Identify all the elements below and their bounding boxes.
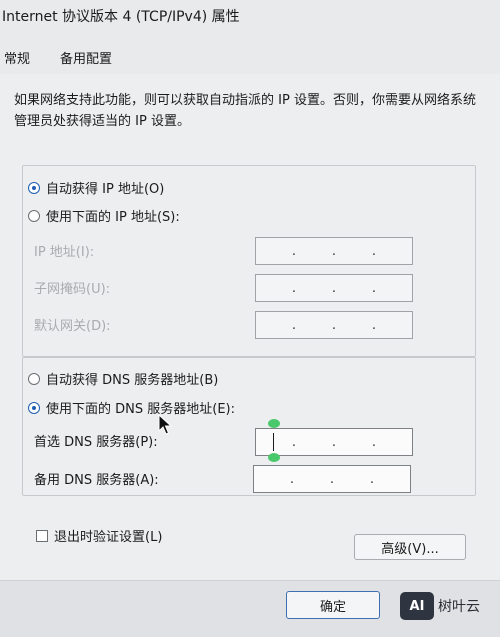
intro-text: 如果网络支持此功能，则可以获取自动指派的 IP 设置。否则，你需要从网络系统管理… — [14, 93, 476, 129]
ip-address-dot: . — [371, 243, 377, 259]
validate-on-exit-checkbox[interactable] — [36, 529, 48, 542]
selection-handle-bottom[interactable] — [268, 453, 280, 462]
ip-address-label: IP 地址(I): — [34, 245, 95, 260]
default-gateway-label: 默认网关(D): — [34, 319, 111, 334]
default-gateway-dot: . — [291, 317, 297, 333]
tab-alternate-config[interactable]: 备用配置 — [60, 48, 112, 67]
watermark-logo: AI — [400, 592, 434, 620]
alternate-dns-dot: . — [329, 471, 335, 487]
general-panel: 如果网络支持此功能，则可以获取自动指派的 IP 设置。否则，你需要从网络系统管理… — [0, 74, 500, 580]
default-gateway-dot: . — [371, 317, 377, 333]
mouse-cursor-icon — [158, 414, 173, 435]
ip-manual-label: 使用下面的 IP 地址(S): — [46, 210, 180, 225]
alternate-dns-field[interactable]: . . . — [253, 465, 411, 493]
subnet-mask-label: 子网掩码(U): — [34, 282, 111, 297]
preferred-dns-dot: . — [371, 434, 377, 450]
preferred-dns-field[interactable]: . . . — [255, 419, 413, 462]
dns-manual-option[interactable]: 使用下面的 DNS 服务器地址(E): — [28, 398, 235, 417]
default-gateway-dot: . — [331, 317, 337, 333]
ok-button[interactable]: 确定 — [286, 591, 380, 619]
alternate-dns-dot: . — [369, 471, 375, 487]
preferred-dns-dot: . — [331, 434, 337, 450]
ip-manual-option[interactable]: 使用下面的 IP 地址(S): — [28, 206, 180, 225]
ip-manual-radio[interactable] — [28, 209, 40, 222]
tab-general[interactable]: 常规 — [4, 48, 30, 67]
default-gateway-field: . . . — [255, 311, 413, 339]
alternate-dns-dot: . — [289, 471, 295, 487]
selection-handle-top[interactable] — [268, 419, 280, 428]
subnet-mask-dot: . — [331, 280, 337, 296]
alternate-dns-label: 备用 DNS 服务器(A): — [34, 473, 159, 488]
subnet-mask-field: . . . — [255, 274, 413, 302]
validate-on-exit-option[interactable]: 退出时验证设置(L) — [36, 526, 162, 545]
subnet-mask-dot: . — [371, 280, 377, 296]
title-bar: Internet 协议版本 4 (TCP/IPv4) 属性 — [0, 0, 500, 34]
validate-on-exit-label: 退出时验证设置(L) — [54, 530, 163, 545]
dns-manual-label: 使用下面的 DNS 服务器地址(E): — [46, 402, 235, 417]
ip-address-field: . . . — [255, 237, 413, 265]
ip-address-dot: . — [331, 243, 337, 259]
watermark-text: 树叶云 — [438, 599, 480, 615]
subnet-mask-dot: . — [291, 280, 297, 296]
preferred-dns-label: 首选 DNS 服务器(P): — [34, 435, 158, 450]
preferred-dns-dot: . — [291, 434, 297, 450]
ip-address-dot: . — [291, 243, 297, 259]
tab-strip: 常规 备用配置 — [0, 34, 500, 75]
text-caret — [273, 433, 274, 451]
advanced-button[interactable]: 高级(V)... — [354, 534, 466, 560]
window-title: Internet 协议版本 4 (TCP/IPv4) 属性 — [2, 9, 240, 25]
dns-manual-radio[interactable] — [28, 401, 40, 414]
watermark: AI 树叶云 — [400, 592, 480, 620]
